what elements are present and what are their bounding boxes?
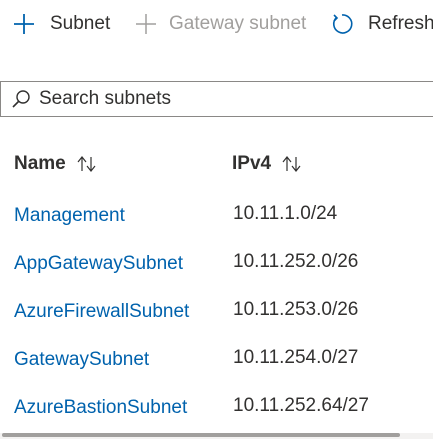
table-row[interactable]: Management 10.11.1.0/24 <box>0 189 433 237</box>
table-row[interactable]: AzureBastionSubnet 10.11.252.64/27 <box>0 381 433 429</box>
add-gateway-subnet-button[interactable]: Gateway subnet <box>135 8 306 40</box>
subnet-name-link[interactable]: AzureBastionSubnet <box>14 397 187 419</box>
add-gateway-subnet-label: Gateway subnet <box>169 13 307 34</box>
subnet-ipv4: 10.11.254.0/27 <box>233 347 359 368</box>
refresh-button[interactable]: Refresh <box>330 8 433 40</box>
sort-arrows-icon <box>76 155 98 173</box>
search-icon <box>11 89 31 109</box>
table-row[interactable]: AzureFirewallSubnet 10.11.253.0/26 <box>0 285 433 333</box>
refresh-icon <box>330 12 354 36</box>
subnet-ipv4: 10.11.253.0/26 <box>233 299 359 320</box>
subnet-name-link[interactable]: AppGatewaySubnet <box>14 253 183 275</box>
table-header: Name IPv4 <box>0 145 433 189</box>
column-header-ipv4[interactable]: IPv4 <box>232 153 303 175</box>
search-box <box>0 81 433 117</box>
command-bar: Subnet Gateway subnet Refresh <box>0 8 433 40</box>
plus-icon <box>135 13 157 35</box>
add-subnet-button[interactable]: Subnet <box>12 8 110 40</box>
subnet-name-link[interactable]: Management <box>14 205 125 227</box>
column-header-name[interactable]: Name <box>14 153 98 175</box>
subnet-name-link[interactable]: AzureFirewallSubnet <box>14 301 189 323</box>
subnets-table: Name IPv4 Management 10.11.1.0/24 AppGat… <box>0 145 433 429</box>
horizontal-scrollbar[interactable] <box>0 433 433 439</box>
scrollbar-thumb[interactable] <box>2 433 400 437</box>
subnets-page: Subnet Gateway subnet Refresh Search sub… <box>0 0 433 439</box>
column-header-label: IPv4 <box>232 153 272 174</box>
subnet-ipv4: 10.11.252.0/26 <box>233 251 359 272</box>
search-input[interactable] <box>39 88 419 110</box>
column-header-label: Name <box>14 153 66 174</box>
subnet-ipv4: 10.11.1.0/24 <box>233 203 338 224</box>
add-subnet-label: Subnet <box>50 13 111 34</box>
subnet-ipv4: 10.11.252.64/27 <box>233 395 369 416</box>
table-row[interactable]: GatewaySubnet 10.11.254.0/27 <box>0 333 433 381</box>
table-row[interactable]: AppGatewaySubnet 10.11.252.0/26 <box>0 237 433 285</box>
sort-arrows-icon <box>281 155 303 173</box>
refresh-label: Refresh <box>368 13 433 34</box>
subnet-name-link[interactable]: GatewaySubnet <box>14 349 149 371</box>
plus-icon <box>12 12 36 36</box>
